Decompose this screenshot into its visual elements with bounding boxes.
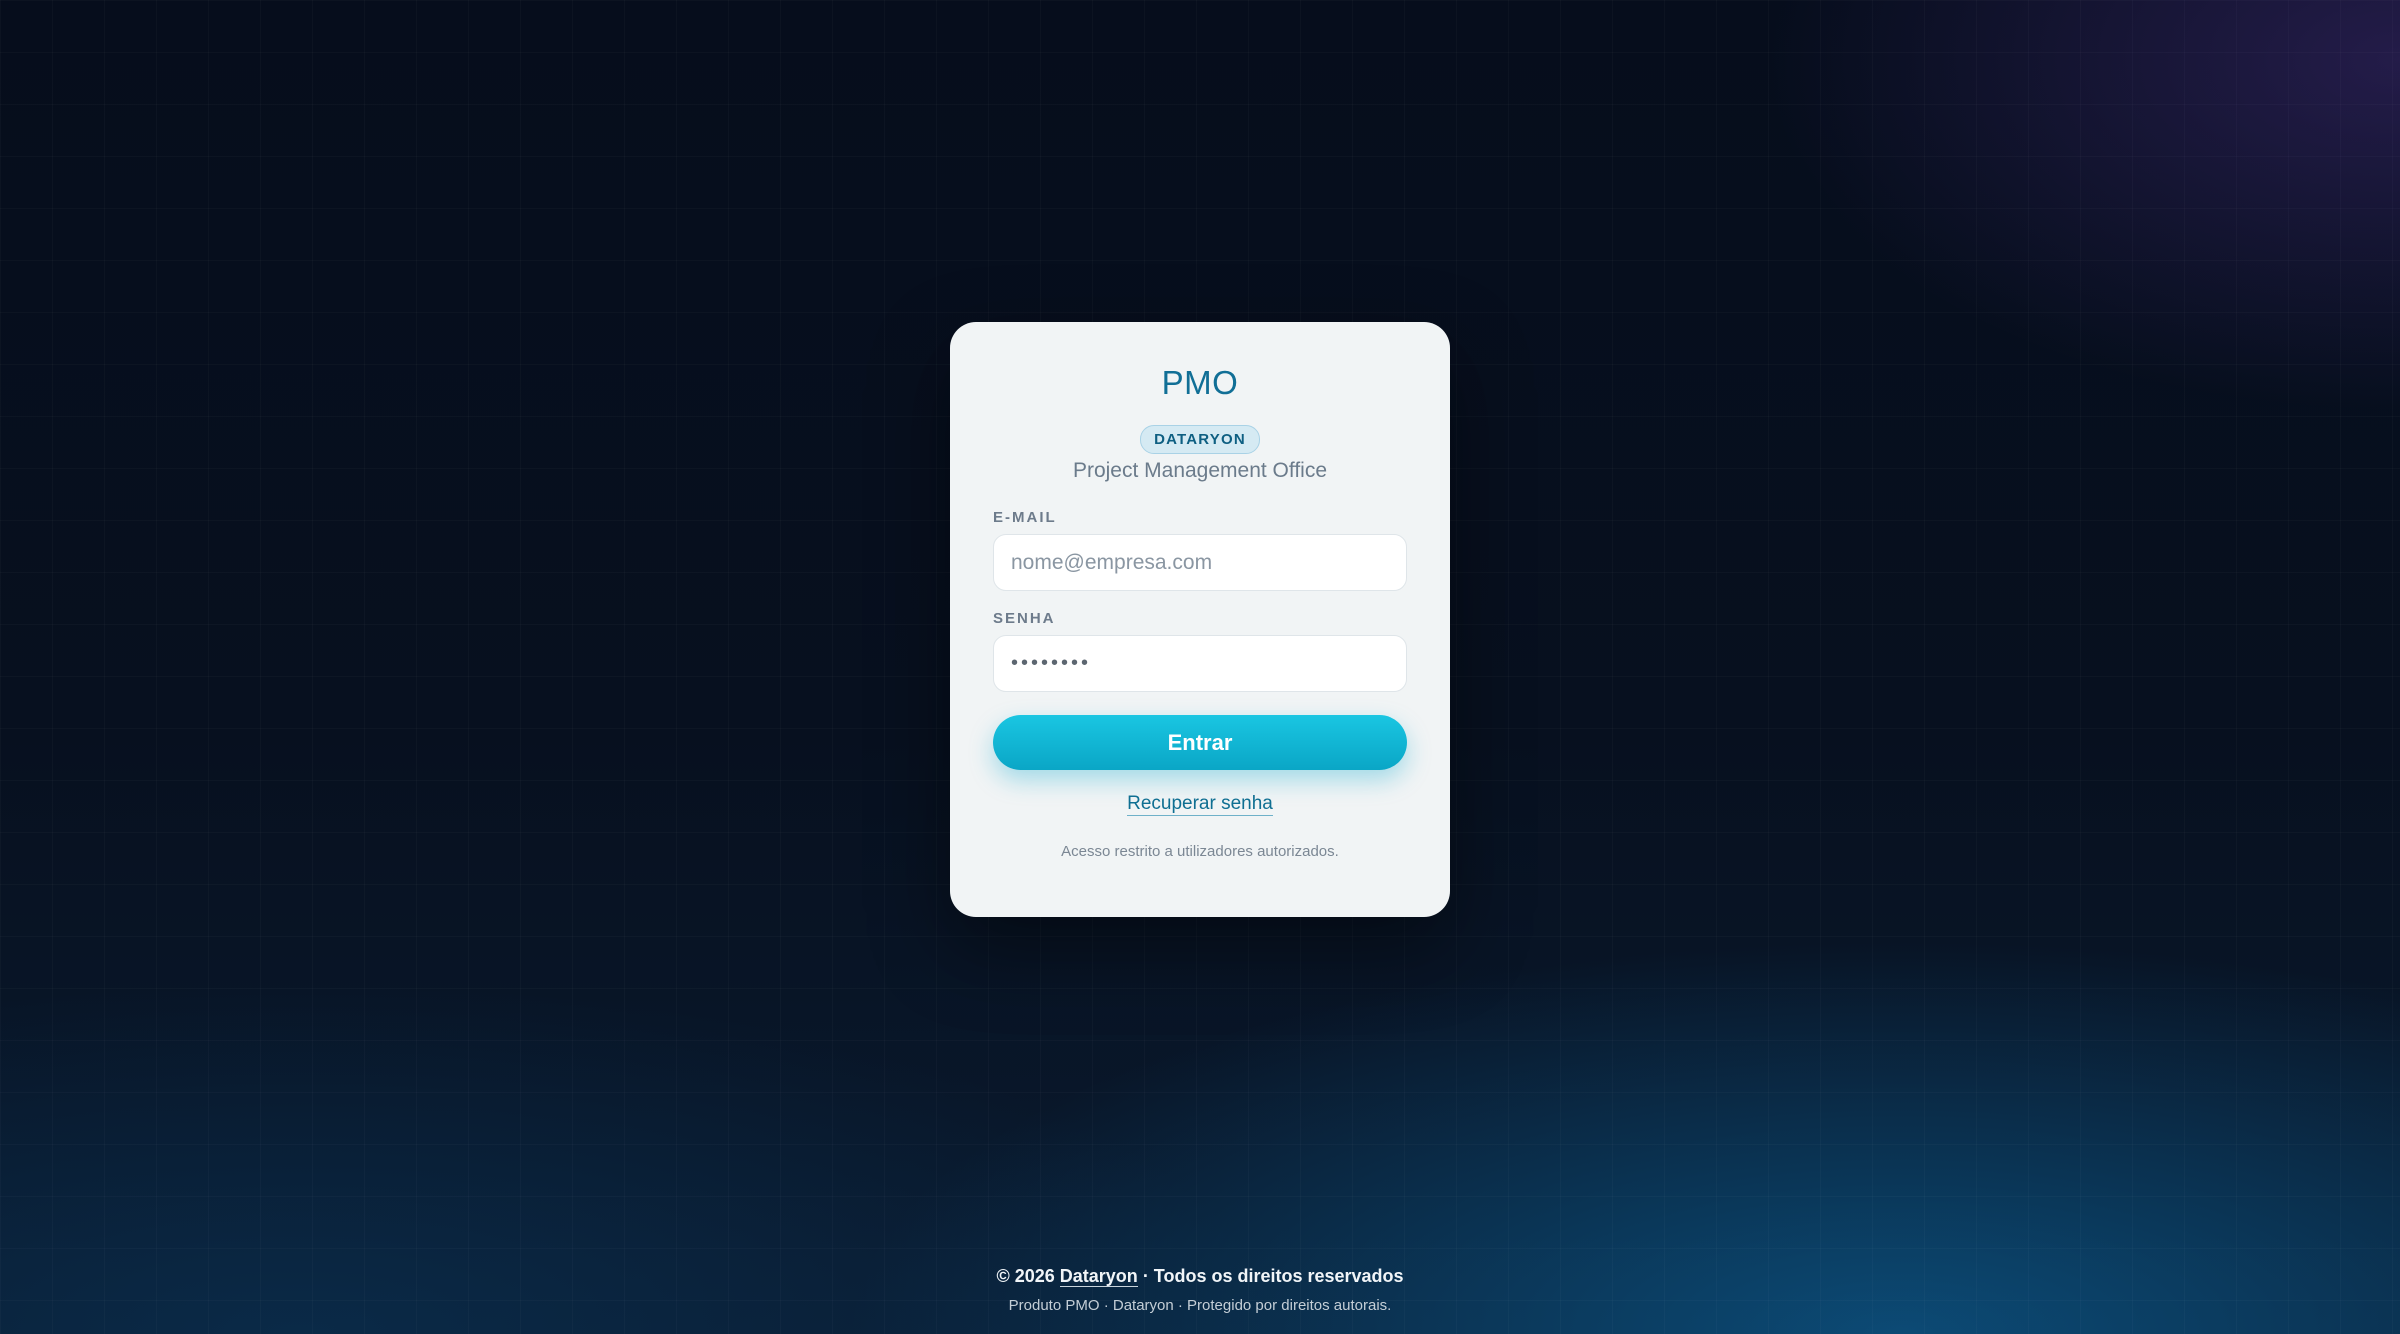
restricted-access-note: Acesso restrito a utilizadores autorizad… (1061, 843, 1339, 860)
footer-rights: · Todos os direitos reservados (1142, 1266, 1404, 1286)
brand-badge-container: DATARYON (993, 425, 1407, 454)
email-label: E-MAIL (993, 509, 1057, 526)
recover-link-container: Recuperar senha (993, 794, 1407, 816)
copyright-prefix: © 2026 (996, 1266, 1055, 1286)
email-field[interactable] (1011, 550, 1389, 575)
password-label: SENHA (993, 610, 1056, 627)
login-card: PMO DATARYON Project Management Office E… (950, 322, 1450, 917)
recover-password-link[interactable]: Recuperar senha (1127, 794, 1273, 816)
footer-company-link[interactable]: Dataryon (1059, 1266, 1138, 1287)
login-button[interactable]: Entrar (993, 715, 1407, 770)
email-field-wrapper (993, 534, 1407, 591)
password-field-wrapper (993, 635, 1407, 692)
app-subtitle: Project Management Office (1072, 459, 1328, 482)
footer: © 2026 Dataryon · Todos os direitos rese… (0, 1266, 2400, 1314)
app-title: PMO (1161, 364, 1239, 401)
footer-product-line: Produto PMO · Dataryon · Protegido por d… (1008, 1297, 1392, 1314)
footer-copyright: © 2026 Dataryon · Todos os direitos rese… (0, 1266, 2400, 1287)
password-field[interactable] (1011, 652, 1389, 675)
brand-badge: DATARYON (1140, 425, 1260, 454)
